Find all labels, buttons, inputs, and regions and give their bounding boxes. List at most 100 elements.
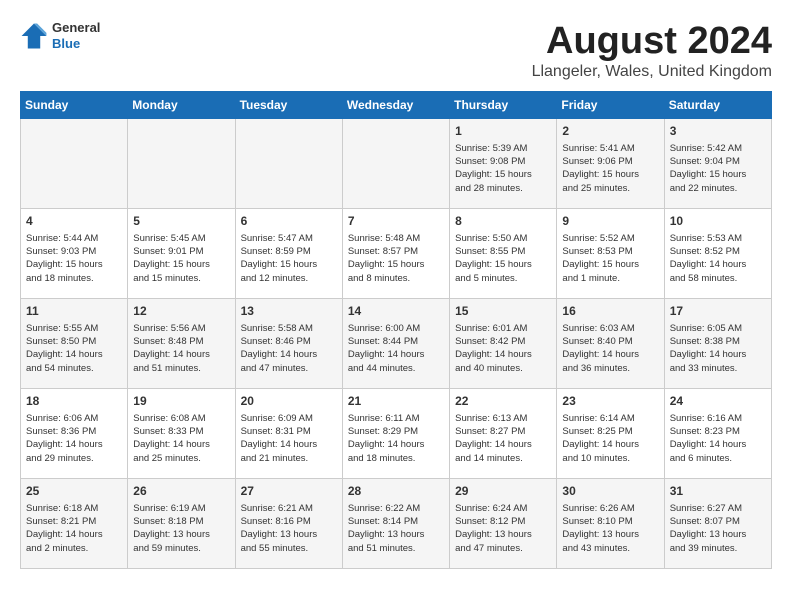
day-info: Sunrise: 5:50 AM Sunset: 8:55 PM Dayligh…	[455, 232, 551, 285]
day-number: 22	[455, 393, 551, 410]
calendar-cell: 20 Sunrise: 6:09 AM Sunset: 8:31 PM Dayli…	[235, 389, 342, 479]
day-info: Sunrise: 6:26 AM Sunset: 8:10 PM Dayligh…	[562, 502, 658, 555]
calendar-cell: 8 Sunrise: 5:50 AM Sunset: 8:55 PM Daylig…	[450, 209, 557, 299]
day-info: Sunrise: 5:41 AM Sunset: 9:06 PM Dayligh…	[562, 142, 658, 195]
day-number: 6	[241, 213, 337, 230]
calendar-cell: 25Sunrise: 6:18 AM Sunset: 8:21 PM Dayli…	[21, 479, 128, 569]
day-info: Sunrise: 6:14 AM Sunset: 8:25 PM Dayligh…	[562, 412, 658, 465]
day-info: Sunrise: 6:19 AM Sunset: 8:18 PM Dayligh…	[133, 502, 229, 555]
calendar-cell: 17Sunrise: 6:05 AM Sunset: 8:38 PM Dayli…	[664, 299, 771, 389]
calendar-cell: 24 Sunrise: 6:16 AM Sunset: 8:23 PM Dayli…	[664, 389, 771, 479]
day-number: 1	[455, 123, 551, 140]
day-header-friday: Friday	[557, 92, 664, 119]
title-block: August 2024 Llangeler, Wales, United Kin…	[532, 20, 772, 81]
calendar-cell: 12 Sunrise: 5:56 AM Sunset: 8:48 PM Dayli…	[128, 299, 235, 389]
calendar-week-5: 25Sunrise: 6:18 AM Sunset: 8:21 PM Dayli…	[21, 479, 772, 569]
day-info: Sunrise: 5:56 AM Sunset: 8:48 PM Dayligh…	[133, 322, 229, 375]
calendar-cell: 5 Sunrise: 5:45 AM Sunset: 9:01 PM Daylig…	[128, 209, 235, 299]
day-number: 13	[241, 303, 337, 320]
day-header-thursday: Thursday	[450, 92, 557, 119]
calendar-cell: 2 Sunrise: 5:41 AM Sunset: 9:06 PM Daylig…	[557, 119, 664, 209]
day-number: 24	[670, 393, 766, 410]
calendar-cell: 9 Sunrise: 5:52 AM Sunset: 8:53 PM Daylig…	[557, 209, 664, 299]
day-info: Sunrise: 6:16 AM Sunset: 8:23 PM Dayligh…	[670, 412, 766, 465]
day-info: Sunrise: 6:21 AM Sunset: 8:16 PM Dayligh…	[241, 502, 337, 555]
day-info: Sunrise: 6:03 AM Sunset: 8:40 PM Dayligh…	[562, 322, 658, 375]
day-info: Sunrise: 6:09 AM Sunset: 8:31 PM Dayligh…	[241, 412, 337, 465]
calendar-cell: 29Sunrise: 6:24 AM Sunset: 8:12 PM Dayli…	[450, 479, 557, 569]
day-number: 8	[455, 213, 551, 230]
day-info: Sunrise: 6:08 AM Sunset: 8:33 PM Dayligh…	[133, 412, 229, 465]
logo-text: General Blue	[52, 20, 100, 51]
calendar-cell	[235, 119, 342, 209]
day-number: 16	[562, 303, 658, 320]
day-number: 26	[133, 483, 229, 500]
day-number: 3	[670, 123, 766, 140]
calendar-week-3: 11Sunrise: 5:55 AM Sunset: 8:50 PM Dayli…	[21, 299, 772, 389]
day-number: 27	[241, 483, 337, 500]
calendar-cell: 16 Sunrise: 6:03 AM Sunset: 8:40 PM Dayli…	[557, 299, 664, 389]
day-number: 7	[348, 213, 444, 230]
calendar-table: SundayMondayTuesdayWednesdayThursdayFrid…	[20, 91, 772, 569]
day-info: Sunrise: 6:01 AM Sunset: 8:42 PM Dayligh…	[455, 322, 551, 375]
calendar-cell: 7Sunrise: 5:48 AM Sunset: 8:57 PM Daylig…	[342, 209, 449, 299]
calendar-cell: 28 Sunrise: 6:22 AM Sunset: 8:14 PM Dayli…	[342, 479, 449, 569]
calendar-cell: 31 Sunrise: 6:27 AM Sunset: 8:07 PM Dayli…	[664, 479, 771, 569]
day-info: Sunrise: 5:55 AM Sunset: 8:50 PM Dayligh…	[26, 322, 122, 375]
logo: General Blue	[20, 20, 100, 51]
day-number: 20	[241, 393, 337, 410]
day-number: 23	[562, 393, 658, 410]
calendar-week-2: 4 Sunrise: 5:44 AM Sunset: 9:03 PM Daylig…	[21, 209, 772, 299]
day-number: 14	[348, 303, 444, 320]
day-info: Sunrise: 5:45 AM Sunset: 9:01 PM Dayligh…	[133, 232, 229, 285]
day-info: Sunrise: 6:00 AM Sunset: 8:44 PM Dayligh…	[348, 322, 444, 375]
day-info: Sunrise: 5:52 AM Sunset: 8:53 PM Dayligh…	[562, 232, 658, 285]
month-title: August 2024	[532, 20, 772, 63]
day-number: 9	[562, 213, 658, 230]
calendar-week-1: 1 Sunrise: 5:39 AM Sunset: 9:08 PM Daylig…	[21, 119, 772, 209]
day-info: Sunrise: 6:18 AM Sunset: 8:21 PM Dayligh…	[26, 502, 122, 555]
day-info: Sunrise: 5:53 AM Sunset: 8:52 PM Dayligh…	[670, 232, 766, 285]
calendar-cell	[128, 119, 235, 209]
day-info: Sunrise: 5:58 AM Sunset: 8:46 PM Dayligh…	[241, 322, 337, 375]
calendar-cell: 22 Sunrise: 6:13 AM Sunset: 8:27 PM Dayli…	[450, 389, 557, 479]
calendar-cell: 30 Sunrise: 6:26 AM Sunset: 8:10 PM Dayli…	[557, 479, 664, 569]
day-number: 19	[133, 393, 229, 410]
calendar-cell: 18 Sunrise: 6:06 AM Sunset: 8:36 PM Dayli…	[21, 389, 128, 479]
day-number: 28	[348, 483, 444, 500]
day-header-monday: Monday	[128, 92, 235, 119]
day-info: Sunrise: 5:39 AM Sunset: 9:08 PM Dayligh…	[455, 142, 551, 195]
calendar-cell: 13 Sunrise: 5:58 AM Sunset: 8:46 PM Dayli…	[235, 299, 342, 389]
day-number: 2	[562, 123, 658, 140]
day-number: 21	[348, 393, 444, 410]
calendar-cell	[21, 119, 128, 209]
day-info: Sunrise: 6:27 AM Sunset: 8:07 PM Dayligh…	[670, 502, 766, 555]
day-info: Sunrise: 6:11 AM Sunset: 8:29 PM Dayligh…	[348, 412, 444, 465]
calendar-cell: 19 Sunrise: 6:08 AM Sunset: 8:33 PM Dayli…	[128, 389, 235, 479]
calendar-week-4: 18 Sunrise: 6:06 AM Sunset: 8:36 PM Dayli…	[21, 389, 772, 479]
day-number: 5	[133, 213, 229, 230]
day-number: 31	[670, 483, 766, 500]
calendar-cell: 15 Sunrise: 6:01 AM Sunset: 8:42 PM Dayli…	[450, 299, 557, 389]
day-header-tuesday: Tuesday	[235, 92, 342, 119]
day-info: Sunrise: 6:22 AM Sunset: 8:14 PM Dayligh…	[348, 502, 444, 555]
day-number: 30	[562, 483, 658, 500]
day-info: Sunrise: 5:44 AM Sunset: 9:03 PM Dayligh…	[26, 232, 122, 285]
day-header-wednesday: Wednesday	[342, 92, 449, 119]
calendar-cell: 14 Sunrise: 6:00 AM Sunset: 8:44 PM Dayli…	[342, 299, 449, 389]
day-number: 17	[670, 303, 766, 320]
day-number: 18	[26, 393, 122, 410]
day-info: Sunrise: 6:13 AM Sunset: 8:27 PM Dayligh…	[455, 412, 551, 465]
day-info: Sunrise: 6:06 AM Sunset: 8:36 PM Dayligh…	[26, 412, 122, 465]
day-number: 4	[26, 213, 122, 230]
logo-icon	[20, 22, 48, 50]
day-number: 15	[455, 303, 551, 320]
day-info: Sunrise: 5:47 AM Sunset: 8:59 PM Dayligh…	[241, 232, 337, 285]
calendar-cell: 1 Sunrise: 5:39 AM Sunset: 9:08 PM Daylig…	[450, 119, 557, 209]
calendar-cell: 23 Sunrise: 6:14 AM Sunset: 8:25 PM Dayli…	[557, 389, 664, 479]
day-header-sunday: Sunday	[21, 92, 128, 119]
calendar-cell: 21 Sunrise: 6:11 AM Sunset: 8:29 PM Dayli…	[342, 389, 449, 479]
day-info: Sunrise: 5:42 AM Sunset: 9:04 PM Dayligh…	[670, 142, 766, 195]
page-header: General Blue August 2024 Llangeler, Wale…	[20, 20, 772, 81]
day-number: 12	[133, 303, 229, 320]
